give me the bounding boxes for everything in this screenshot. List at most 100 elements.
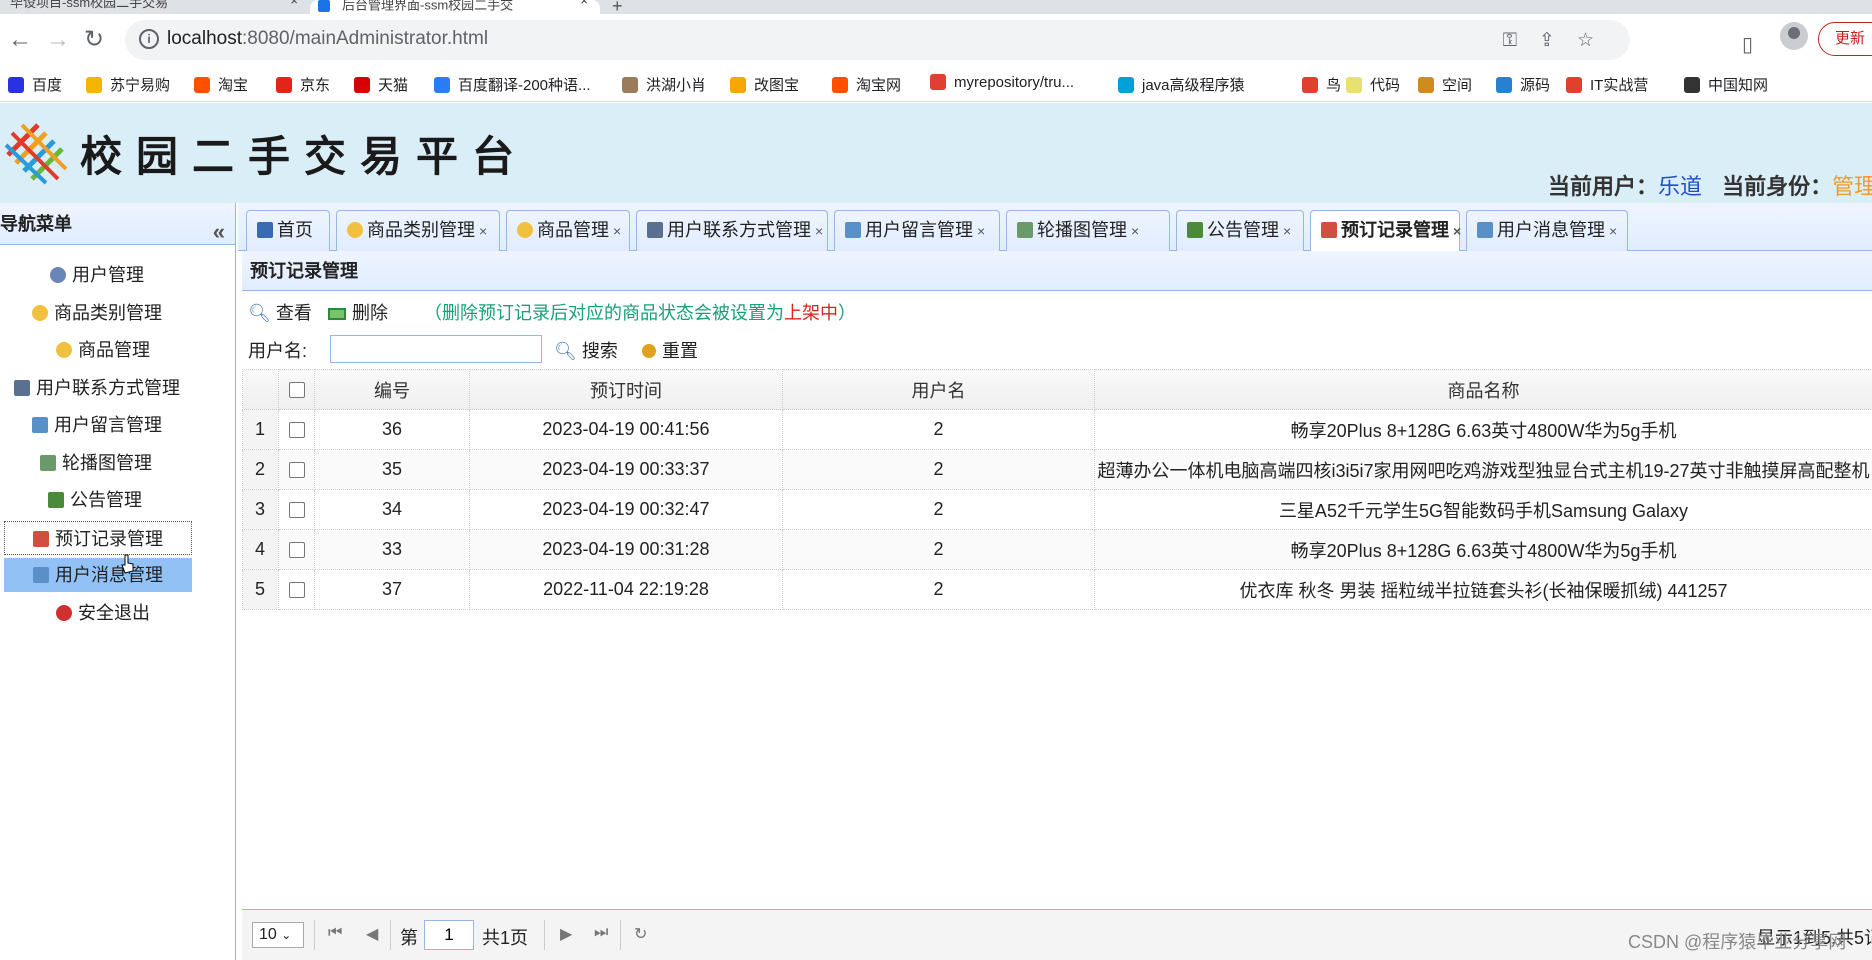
delete-button[interactable]: 删除: [328, 299, 388, 325]
bookmark-item[interactable]: java高级程序猿: [1118, 74, 1245, 95]
page-number-input[interactable]: [424, 920, 474, 950]
table-row[interactable]: 1 36 2023-04-19 00:41:56 2 畅享20Plus 8+128G 6…: [242, 409, 1872, 450]
share-icon[interactable]: ⇪: [1539, 30, 1577, 51]
reserve-time-cell: 2023-04-19 00:41:56: [469, 409, 783, 450]
reload-icon[interactable]: ↻: [84, 28, 104, 52]
bookmark-item[interactable]: 代码: [1346, 74, 1400, 95]
bookmark-item[interactable]: 改图宝: [730, 74, 799, 95]
sidebar-item[interactable]: 用户联系方式管理: [14, 371, 180, 405]
bookmark-item[interactable]: 京东: [276, 74, 330, 95]
sidebar-item-label: 安全退出: [78, 603, 150, 623]
close-icon[interactable]: ×: [815, 223, 823, 239]
close-icon[interactable]: ×: [1131, 223, 1139, 239]
close-icon[interactable]: ×: [1283, 223, 1291, 239]
forward-icon[interactable]: →: [46, 28, 70, 52]
bookmark-item[interactable]: 鸟: [1302, 74, 1341, 95]
page-prefix: 第: [400, 928, 418, 948]
sidebar-item[interactable]: 用户留言管理: [32, 408, 162, 442]
next-page-icon[interactable]: ▶: [560, 924, 572, 944]
column-header[interactable]: 用户名: [782, 369, 1095, 410]
bookmark-item[interactable]: 百度翻译-200种语...: [434, 74, 591, 95]
table-row[interactable]: 3 34 2023-04-19 00:32:47 2 三星A52千元学生5G智能数码手机…: [242, 489, 1872, 530]
bookmark-item[interactable]: 中国知网: [1684, 74, 1768, 95]
bookmark-item[interactable]: 天猫: [354, 74, 408, 95]
tab[interactable]: 用户联系方式管理 ×: [636, 210, 828, 251]
bookmark-label: 改图宝: [754, 77, 800, 94]
close-icon[interactable]: ×: [580, 0, 588, 7]
reset-button[interactable]: 重置: [642, 337, 698, 363]
table-row[interactable]: 5 37 2022-11-04 22:19:28 2 优衣库 秋冬 男装 摇粒绒半拉链套…: [242, 569, 1872, 610]
browser-tab-active[interactable]: 后台管理界面-ssm校园二手交 ×: [310, 0, 600, 14]
close-icon[interactable]: ×: [613, 223, 621, 239]
bookmark-item[interactable]: 淘宝: [194, 74, 248, 95]
view-button[interactable]: 🔍︎ 查看: [248, 299, 312, 325]
username-label: 用户名:: [248, 341, 308, 361]
sidebar-item[interactable]: 安全退出: [56, 596, 150, 630]
sidebar-item[interactable]: 用户管理: [50, 258, 144, 292]
bookmark-item[interactable]: myrepository/tru...: [930, 74, 1074, 91]
close-icon[interactable]: ×: [977, 223, 985, 239]
row-checkbox[interactable]: [288, 422, 305, 439]
close-icon[interactable]: ×: [1453, 223, 1461, 239]
username-input[interactable]: [330, 335, 542, 363]
last-page-icon[interactable]: ⏭: [594, 924, 608, 942]
page-size-select[interactable]: 10 ⌄: [252, 922, 304, 948]
row-checkbox[interactable]: [288, 542, 305, 559]
sidebar-item[interactable]: 商品管理: [56, 333, 150, 367]
search-button[interactable]: 🔍︎ 搜索: [554, 337, 618, 363]
sidepanel-icon[interactable]: ▯: [1742, 32, 1753, 57]
collapse-icon[interactable]: «: [213, 211, 225, 253]
url-path: :8080/mainAdministrator.html: [242, 28, 489, 49]
bookmark-item[interactable]: 淘宝网: [832, 74, 901, 95]
row-checkbox[interactable]: [288, 462, 305, 479]
tab[interactable]: 商品类别管理 ×: [336, 210, 500, 251]
close-icon[interactable]: ×: [479, 223, 487, 239]
select-all-checkbox[interactable]: [288, 382, 305, 399]
info-icon[interactable]: i: [139, 29, 159, 49]
tab[interactable]: 用户消息管理 ×: [1466, 210, 1628, 251]
refresh-icon[interactable]: ↻: [634, 924, 647, 944]
column-header[interactable]: 预订时间: [469, 369, 783, 410]
row-checkbox[interactable]: [288, 582, 305, 599]
sidebar-item[interactable]: 商品类别管理: [32, 296, 162, 330]
row-number-header: [242, 369, 279, 410]
bookmark-item[interactable]: 源码: [1496, 74, 1550, 95]
tab[interactable]: 商品管理 ×: [506, 210, 630, 251]
bookmark-item[interactable]: 百度: [8, 74, 62, 95]
browser-tab[interactable]: 毕设项目-ssm校园二手交易 ×: [10, 0, 310, 14]
first-page-icon[interactable]: ⏮: [328, 924, 342, 942]
close-icon[interactable]: ×: [1609, 223, 1617, 239]
tab[interactable]: 首页: [246, 210, 330, 251]
bookmark-label: IT实战营: [1590, 77, 1649, 94]
tab[interactable]: 预订记录管理 ×: [1310, 210, 1461, 252]
sidebar-item[interactable]: 预订记录管理: [4, 521, 192, 555]
prev-page-icon[interactable]: ◀: [366, 924, 378, 944]
tab[interactable]: 用户留言管理 ×: [834, 210, 1000, 251]
bookmark-item[interactable]: 空间: [1418, 74, 1472, 95]
phone-icon: [14, 380, 30, 396]
star-icon[interactable]: ☆: [1577, 30, 1616, 51]
sidebar-item[interactable]: 轮播图管理: [40, 446, 152, 480]
close-icon[interactable]: ×: [290, 0, 298, 7]
profile-avatar[interactable]: [1780, 22, 1808, 50]
sidebar-item[interactable]: 公告管理: [48, 483, 142, 517]
bookmark-icon: [194, 77, 210, 93]
table-row[interactable]: 2 35 2023-04-19 00:33:37 2 超薄办公一体机电脑高端四核i3i5…: [242, 449, 1872, 490]
update-button[interactable]: 更新: [1818, 22, 1872, 56]
url-bar[interactable]: i localhost:8080/mainAdministrator.html …: [125, 20, 1630, 60]
key-icon[interactable]: ⚿: [1503, 30, 1539, 51]
back-icon[interactable]: ←: [8, 28, 32, 52]
tab[interactable]: 轮播图管理 ×: [1006, 210, 1170, 251]
row-checkbox[interactable]: [288, 502, 305, 519]
browser-tabstrip: 毕设项目-ssm校园二手交易 × 后台管理界面-ssm校园二手交 × +: [0, 0, 1872, 16]
bookmark-item[interactable]: 洪湖小肖: [622, 74, 706, 95]
sidebar-item[interactable]: 用户消息管理: [4, 558, 192, 592]
column-header[interactable]: 商品名称: [1094, 369, 1872, 410]
bookmark-icon: [1566, 77, 1582, 93]
column-header[interactable]: 编号: [314, 369, 470, 410]
bookmark-item[interactable]: IT实战营: [1566, 74, 1648, 95]
bookmark-item[interactable]: 苏宁易购: [86, 74, 170, 95]
table-row[interactable]: 4 33 2023-04-19 00:31:28 2 畅享20Plus 8+128G 6…: [242, 529, 1872, 570]
tab[interactable]: 公告管理 ×: [1176, 210, 1304, 251]
delete-note-highlight: 上架中: [784, 303, 838, 323]
